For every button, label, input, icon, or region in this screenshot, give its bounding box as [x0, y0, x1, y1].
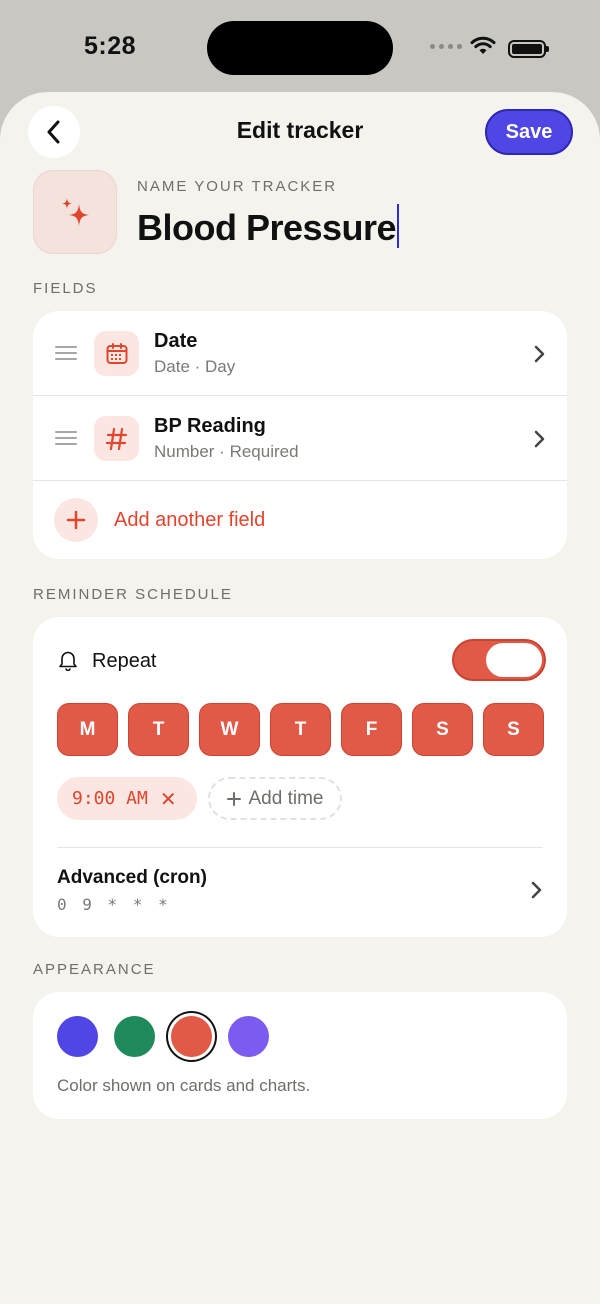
color-swatch[interactable]	[114, 1016, 155, 1057]
drag-handle-icon[interactable]	[55, 431, 77, 449]
day-thursday[interactable]: T	[270, 703, 331, 756]
reminder-section-label: REMINDER SCHEDULE	[33, 586, 233, 603]
plus-icon	[226, 791, 241, 806]
reminder-time-value: 9:00 AM	[72, 788, 148, 809]
fields-section-label: FIELDS	[33, 280, 98, 297]
tracker-name-input[interactable]: Blood Pressure	[137, 204, 400, 249]
edit-sheet: Edit tracker Save NAME YOUR TRACKER Bloo…	[0, 92, 600, 1304]
sparkles-icon	[62, 198, 89, 226]
day-tuesday[interactable]: T	[128, 703, 189, 756]
field-name: BP Reading	[154, 415, 266, 437]
day-monday[interactable]: M	[57, 703, 118, 756]
name-field-label: NAME YOUR TRACKER	[137, 178, 338, 195]
add-time-button[interactable]: Add time	[208, 777, 342, 820]
status-bar: 5:28	[0, 0, 600, 100]
bell-icon	[59, 651, 77, 671]
day-sunday[interactable]: S	[483, 703, 544, 756]
tracker-name-text: Blood Pressure	[137, 207, 397, 248]
repeat-toggle[interactable]	[452, 639, 546, 681]
color-swatch[interactable]	[171, 1016, 212, 1057]
signal-icon	[430, 44, 462, 49]
weekday-selector: M T W T F S S	[57, 703, 544, 756]
wifi-icon	[470, 36, 496, 54]
remove-time-icon[interactable]: ✕	[160, 787, 177, 811]
reminder-card: Repeat M T W T F S S 9:00 AM ✕ Add time …	[33, 617, 567, 937]
day-saturday[interactable]: S	[412, 703, 473, 756]
color-swatch[interactable]	[57, 1016, 98, 1057]
appearance-card: Color shown on cards and charts.	[33, 992, 567, 1119]
text-caret	[397, 204, 400, 248]
drag-handle-icon[interactable]	[55, 346, 77, 364]
field-row-bp-reading[interactable]: BP Reading Number · Required	[33, 396, 567, 481]
appearance-section-label: APPEARANCE	[33, 961, 156, 978]
chevron-right-icon	[531, 881, 542, 899]
save-button[interactable]: Save	[485, 109, 573, 155]
color-swatches	[57, 1016, 269, 1057]
chevron-right-icon	[534, 345, 545, 363]
toggle-knob	[486, 643, 542, 677]
repeat-label: Repeat	[92, 650, 157, 672]
field-name: Date	[154, 330, 198, 352]
calendar-icon	[106, 342, 127, 364]
reminder-time-chip[interactable]: 9:00 AM ✕	[57, 777, 197, 820]
field-type: Date · Day	[154, 357, 236, 376]
color-swatch[interactable]	[228, 1016, 269, 1057]
add-time-label: Add time	[248, 787, 324, 809]
day-friday[interactable]: F	[341, 703, 402, 756]
chevron-right-icon	[534, 430, 545, 448]
appearance-note: Color shown on cards and charts.	[57, 1076, 311, 1095]
add-icon-tile	[54, 498, 98, 542]
hash-icon	[105, 427, 127, 450]
field-row-date[interactable]: Date Date · Day	[33, 311, 567, 396]
field-icon-tile	[94, 331, 139, 376]
field-type: Number · Required	[154, 442, 299, 461]
cron-value: 0 9 * * *	[57, 895, 171, 914]
fields-card: Date Date · Day BP Reading Number · Requ…	[33, 311, 567, 559]
status-time: 5:28	[84, 32, 137, 60]
dynamic-island	[207, 21, 393, 75]
battery-icon	[508, 40, 549, 58]
plus-icon	[66, 510, 86, 530]
divider	[57, 847, 543, 848]
field-icon-tile	[94, 416, 139, 461]
advanced-cron-label: Advanced (cron)	[57, 867, 207, 888]
add-field-label: Add another field	[114, 509, 266, 531]
tracker-icon-button[interactable]	[33, 170, 117, 254]
add-field-button[interactable]: Add another field	[33, 481, 567, 559]
day-wednesday[interactable]: W	[199, 703, 260, 756]
